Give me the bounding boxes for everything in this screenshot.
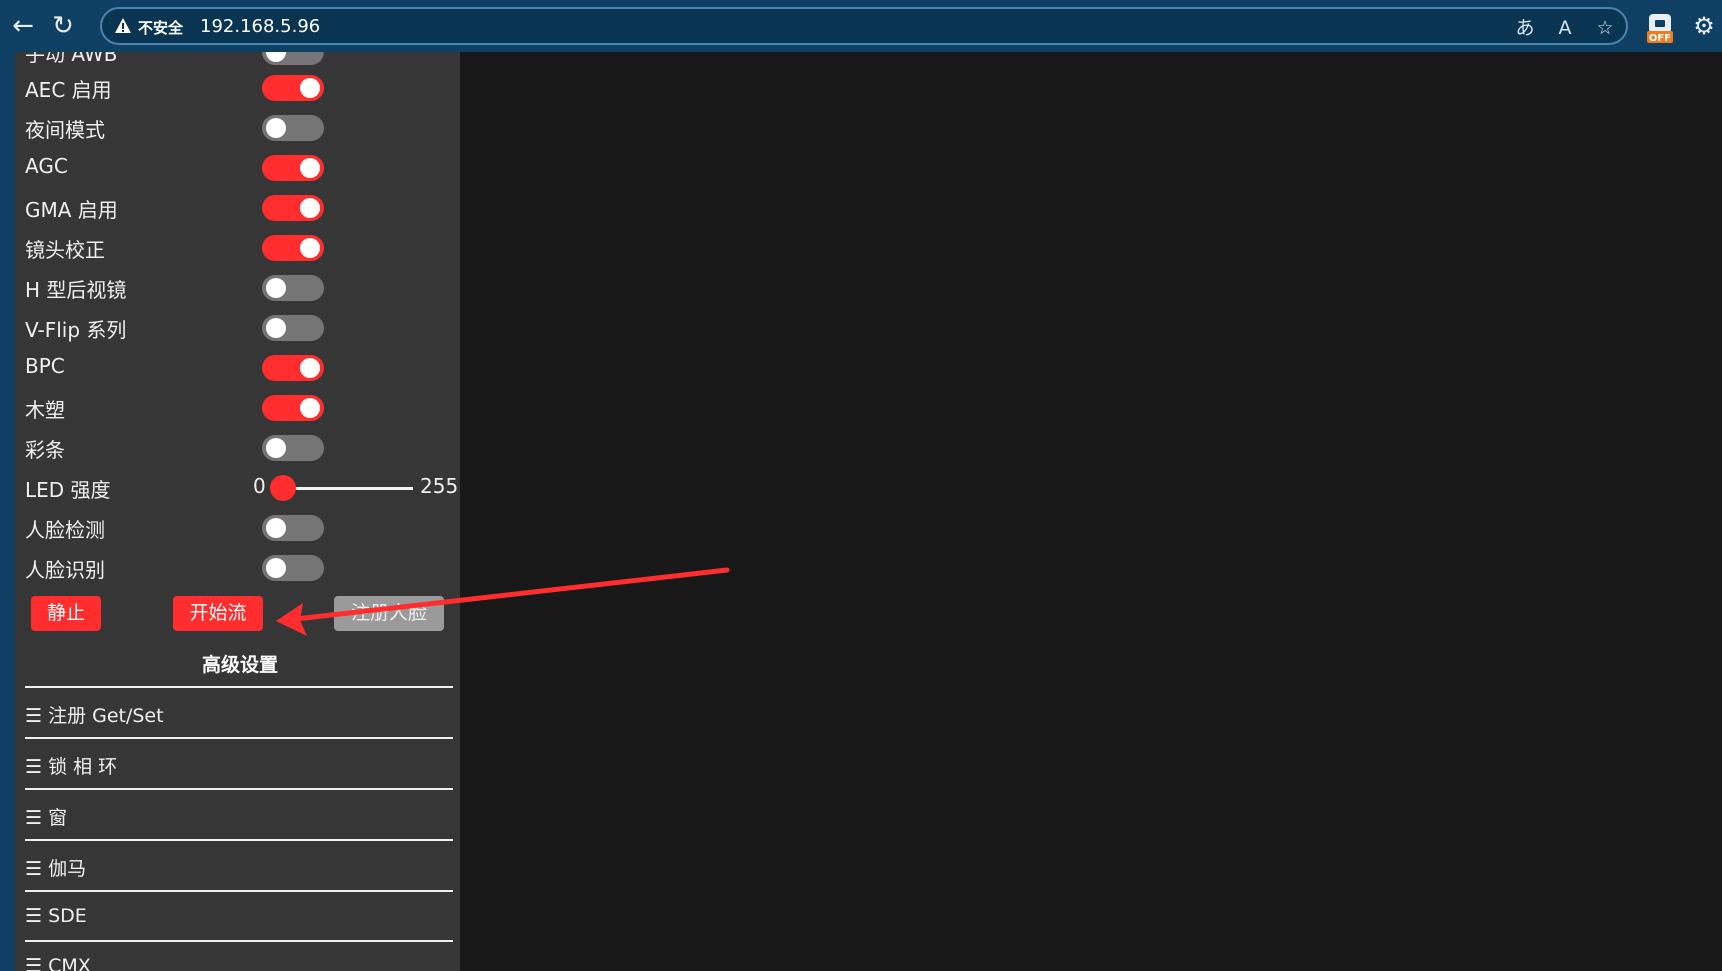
section-gamma[interactable]: ☰ 伽马 bbox=[25, 839, 453, 890]
setting-row-awb: 手动 AWB bbox=[25, 52, 455, 70]
setting-row-wpc: 木塑 bbox=[25, 390, 455, 426]
toggle-switch[interactable] bbox=[262, 315, 324, 341]
slider-min-label: 0 bbox=[253, 474, 266, 498]
setting-row-night-mode: 夜间模式 bbox=[25, 110, 455, 146]
toggle-knob bbox=[266, 438, 286, 458]
section-cmx[interactable]: ☰ CMX bbox=[25, 940, 453, 971]
setting-row-v-flip: V-Flip 系列 bbox=[25, 310, 455, 346]
security-label[interactable]: 不安全 bbox=[138, 17, 183, 38]
browser-toolbar: ← ↻ 不安全 192.168.5.96 あ A ☆ OFF ⚙ bbox=[0, 0, 1722, 52]
toggle-knob bbox=[266, 518, 286, 538]
section-label: ☰ 窗 bbox=[25, 807, 68, 829]
toggle-knob bbox=[266, 118, 286, 138]
setting-label: H 型后视镜 bbox=[25, 278, 127, 302]
extension-off-icon[interactable]: OFF bbox=[1646, 12, 1674, 44]
toggle-switch[interactable] bbox=[262, 515, 324, 541]
toggle-switch[interactable] bbox=[262, 275, 324, 301]
setting-row-bpc: BPC bbox=[25, 350, 455, 386]
section-label: ☰ 伽马 bbox=[25, 858, 87, 880]
read-aloud-icon[interactable]: A bbox=[1552, 15, 1578, 41]
setting-label: V-Flip 系列 bbox=[25, 318, 127, 342]
toggle-switch[interactable] bbox=[262, 395, 324, 421]
extensions-puzzle-icon[interactable]: ⚙ bbox=[1690, 12, 1718, 40]
url-text[interactable]: 192.168.5.96 bbox=[200, 16, 320, 37]
setting-label: 镜头校正 bbox=[25, 238, 105, 262]
setting-row-agc: AGC bbox=[25, 150, 455, 186]
toggle-knob bbox=[266, 318, 286, 338]
setting-row-aec: AEC 启用 bbox=[25, 70, 455, 106]
window-edge bbox=[0, 52, 15, 971]
setting-label: 手动 AWB bbox=[25, 52, 118, 66]
section-register[interactable]: ☰ 注册 Get/Set bbox=[25, 686, 453, 737]
translate-icon[interactable]: あ bbox=[1512, 15, 1538, 41]
setting-row-lens-correction: 镜头校正 bbox=[25, 230, 455, 266]
toggle-knob bbox=[300, 238, 320, 258]
enroll-face-button[interactable]: 注册人脸 bbox=[334, 596, 444, 631]
setting-label: BPC bbox=[25, 354, 65, 378]
toggle-knob bbox=[300, 78, 320, 98]
setting-row-face-recognize: 人脸识别 bbox=[25, 550, 455, 586]
toggle-switch[interactable] bbox=[262, 355, 324, 381]
setting-row-h-mirror: H 型后视镜 bbox=[25, 270, 455, 306]
toggle-switch[interactable] bbox=[262, 555, 324, 581]
section-label: ☰ 锁 相 环 bbox=[25, 756, 118, 778]
led-slider-track[interactable] bbox=[277, 487, 413, 490]
toggle-switch[interactable] bbox=[262, 75, 324, 101]
toggle-knob bbox=[300, 198, 320, 218]
refresh-icon[interactable]: ↻ bbox=[46, 9, 80, 43]
toggle-switch[interactable] bbox=[262, 155, 324, 181]
toggle-knob bbox=[266, 558, 286, 578]
toggle-knob bbox=[266, 52, 286, 62]
setting-label: LED 强度 bbox=[25, 478, 111, 502]
setting-label: AGC bbox=[25, 154, 68, 178]
section-label: ☰ CMX bbox=[25, 955, 91, 971]
toggle-switch[interactable] bbox=[262, 52, 324, 65]
toggle-switch[interactable] bbox=[262, 235, 324, 261]
led-slider-thumb[interactable] bbox=[270, 475, 296, 501]
setting-row-gma: GMA 启用 bbox=[25, 190, 455, 226]
setting-label: 人脸识别 bbox=[25, 558, 105, 582]
toggle-knob bbox=[300, 358, 320, 378]
advanced-settings-title: 高级设置 bbox=[201, 654, 278, 676]
setting-label: 夜间模式 bbox=[25, 118, 105, 142]
toggle-switch[interactable] bbox=[262, 435, 324, 461]
setting-row-colorbar: 彩条 bbox=[25, 430, 455, 466]
section-pll[interactable]: ☰ 锁 相 环 bbox=[25, 737, 453, 788]
toggle-knob bbox=[300, 158, 320, 178]
setting-label: 木塑 bbox=[25, 398, 65, 422]
setting-label: AEC 启用 bbox=[25, 78, 112, 102]
setting-label: 彩条 bbox=[25, 438, 65, 462]
setting-label: GMA 启用 bbox=[25, 198, 118, 222]
stream-view bbox=[460, 52, 1722, 971]
section-window[interactable]: ☰ 窗 bbox=[25, 788, 453, 839]
address-bar[interactable]: 不安全 192.168.5.96 あ A ☆ bbox=[100, 7, 1628, 45]
toggle-knob bbox=[300, 398, 320, 418]
back-icon[interactable]: ← bbox=[6, 9, 40, 43]
slider-max-label: 255 bbox=[420, 474, 459, 498]
still-button[interactable]: 静止 bbox=[31, 596, 101, 631]
favorite-star-icon[interactable]: ☆ bbox=[1592, 15, 1618, 41]
toggle-switch[interactable] bbox=[262, 115, 324, 141]
setting-row-face-detect: 人脸检测 bbox=[25, 510, 455, 546]
start-stream-button[interactable]: 开始流 bbox=[173, 596, 263, 631]
toggle-switch[interactable] bbox=[262, 195, 324, 221]
section-label: ☰ SDE bbox=[25, 905, 87, 927]
section-label: ☰ 注册 Get/Set bbox=[25, 705, 164, 727]
toggle-knob bbox=[266, 278, 286, 298]
warning-icon bbox=[115, 18, 131, 33]
section-sde[interactable]: ☰ SDE bbox=[25, 890, 453, 941]
extension-badge: OFF bbox=[1649, 33, 1671, 44]
setting-row-led-intensity: LED 强度 0 255 bbox=[25, 470, 459, 506]
settings-panel: 手动 AWB AEC 启用 夜间模式 AGC GMA 启用 镜头校正 H 型后视… bbox=[15, 52, 460, 971]
setting-label: 人脸检测 bbox=[25, 518, 105, 542]
